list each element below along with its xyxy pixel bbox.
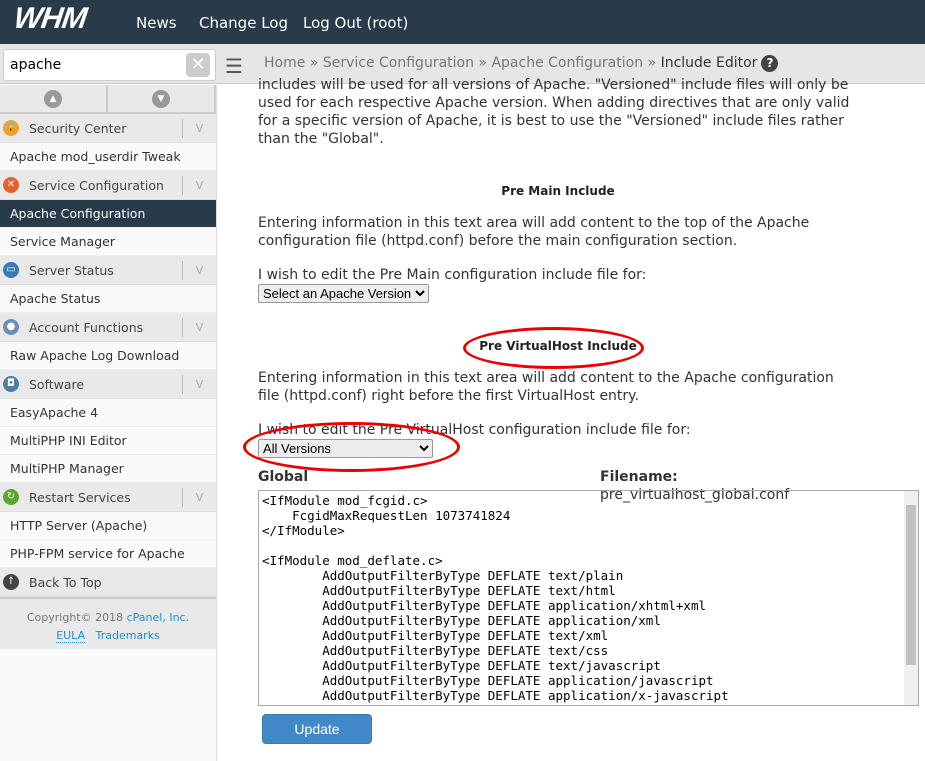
nav-news[interactable]: News — [136, 14, 177, 32]
lock-icon: 🔒 — [3, 120, 19, 136]
crumb-home[interactable]: Home — [264, 55, 305, 71]
wrench-icon: ✕ — [3, 177, 19, 193]
pre-main-version-select[interactable]: Select an Apache Version — [258, 284, 429, 303]
sidebar-item[interactable]: MultiPHP INI Editor — [0, 427, 216, 455]
chevron-down-icon[interactable]: V — [182, 119, 216, 138]
clear-search-icon[interactable]: ✕ — [186, 53, 210, 77]
sidebar-item[interactable]: Apache Status — [0, 285, 216, 313]
back-to-top-label: Back To Top — [29, 574, 102, 590]
sidebar-item[interactable]: Service Manager — [0, 228, 216, 256]
sidebar-category[interactable]: ● Account Functions V — [0, 313, 216, 342]
sidebar-search-input[interactable] — [3, 49, 216, 81]
sidebar-item[interactable]: HTTP Server (Apache) — [0, 512, 216, 540]
scroll-up-button[interactable]: ▲ — [0, 85, 108, 112]
crumb-current: Include Editor — [660, 55, 758, 71]
sidebar-item[interactable]: Apache mod_userdir Tweak — [0, 143, 216, 171]
category-label: Service Configuration — [29, 177, 164, 193]
textarea-scrollbar[interactable] — [904, 491, 918, 705]
arrow-up-circle-icon: ↑ — [3, 574, 19, 590]
sidebar-category[interactable]: ↻ Restart Services V — [0, 483, 216, 512]
breadcrumb: Home » Service Configuration » Apache Co… — [264, 55, 779, 72]
sidebar-item[interactable]: Apache Configuration — [0, 200, 216, 228]
whm-logo[interactable]: WHM — [12, 2, 89, 36]
top-header: WHM News Change Log Log Out (root) — [0, 0, 925, 44]
monitor-icon: ▭ — [3, 262, 19, 278]
chevron-down-icon[interactable]: V — [182, 488, 216, 507]
copyright-text: Copyright© 2018 — [26, 611, 124, 624]
category-label: Server Status — [29, 262, 114, 278]
crumb-service-config[interactable]: Service Configuration — [323, 55, 474, 71]
include-editor-textarea[interactable]: <IfModule mod_fcgid.c> FcgidMaxRequestLe… — [258, 490, 919, 706]
back-to-top-button[interactable]: ↑ Back To Top — [0, 568, 216, 597]
sidebar-category[interactable]: ◘ Software V — [0, 370, 216, 399]
scrollbar-thumb[interactable] — [906, 505, 916, 665]
chevron-down-icon[interactable]: V — [182, 261, 216, 280]
crumb-sep: » — [309, 55, 319, 71]
user-icon: ● — [3, 319, 19, 335]
editor-content: <IfModule mod_fcgid.c> FcgidMaxRequestLe… — [262, 493, 729, 705]
pre-main-desc: Entering information in this text area w… — [258, 215, 810, 249]
nav-logout[interactable]: Log Out (root) — [303, 14, 408, 32]
arrow-up-icon: ▲ — [44, 89, 62, 108]
crumb-apache-config[interactable]: Apache Configuration — [491, 55, 643, 71]
category-label: Software — [29, 376, 85, 392]
nav-change-log[interactable]: Change Log — [199, 14, 288, 32]
sidebar-item[interactable]: EasyApache 4 — [0, 399, 216, 427]
sidebar-category[interactable]: ▭ Server Status V — [0, 256, 216, 285]
sidebar-category[interactable]: 🔒 Security Center V — [0, 114, 216, 143]
crumb-sep: » — [478, 55, 487, 71]
chevron-down-icon[interactable]: V — [182, 375, 216, 394]
restart-icon: ↻ — [3, 489, 19, 505]
sidebar-scroll-controls: ▲ ▼ — [0, 85, 216, 114]
chevron-down-icon[interactable]: V — [182, 176, 216, 195]
sidebar-item[interactable]: Raw Apache Log Download — [0, 342, 216, 370]
collapse-menu-icon[interactable]: ☰ — [225, 54, 243, 78]
highlight-oval-select — [243, 422, 460, 472]
pre-main-title: Pre Main Include — [501, 184, 615, 198]
pre-vhost-desc: Entering information in this text area w… — [258, 370, 834, 404]
crumb-sep: » — [647, 55, 657, 71]
sidebar-category[interactable]: ✕ Service Configuration V — [0, 171, 216, 200]
box-icon: ◘ — [3, 376, 19, 392]
highlight-oval-title — [463, 327, 644, 369]
arrow-down-icon: ▼ — [152, 89, 170, 108]
sidebar: ▲ ▼ 🔒 Security Center V Apache mod_userdir … — [0, 85, 217, 761]
scroll-down-button[interactable]: ▼ — [108, 85, 216, 112]
category-label: Restart Services — [29, 489, 131, 505]
category-label: Account Functions — [29, 319, 144, 335]
update-button[interactable]: Update — [262, 714, 372, 744]
intro-text: includes will be used for all versions o… — [258, 77, 850, 147]
editor-scope-label: Global — [258, 469, 309, 485]
trademarks-link[interactable]: Trademarks — [96, 629, 160, 642]
pre-main-prompt: I wish to edit the Pre Main configuratio… — [258, 267, 647, 283]
category-label: Security Center — [29, 120, 127, 136]
sidebar-footer: Copyright© 2018 cPanel, Inc. EULA Tradem… — [0, 597, 216, 649]
sidebar-item[interactable]: PHP-FPM service for Apache — [0, 540, 216, 568]
chevron-down-icon[interactable]: V — [182, 318, 216, 337]
sidebar-item[interactable]: MultiPHP Manager — [0, 455, 216, 483]
filename-label: Filename: — [600, 469, 678, 485]
cpanel-link[interactable]: cPanel, Inc. — [127, 611, 189, 624]
help-icon[interactable]: ? — [761, 55, 779, 72]
eula-link[interactable]: EULA — [56, 629, 86, 643]
